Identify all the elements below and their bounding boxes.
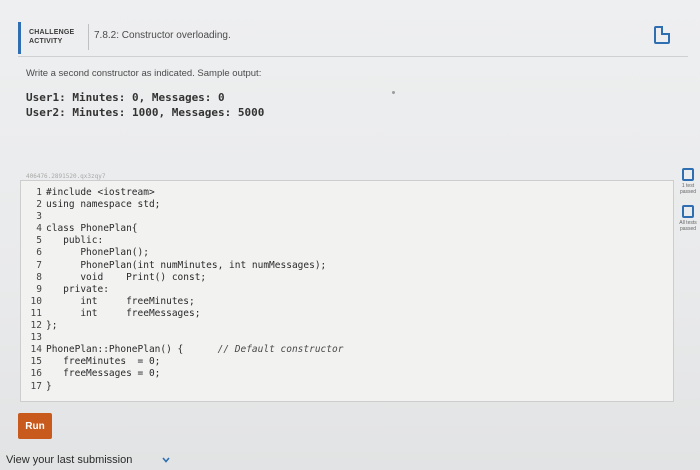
- code-text: private:: [46, 283, 109, 295]
- header-divider: [88, 24, 89, 50]
- code-line[interactable]: 16 freeMessages = 0;: [25, 368, 343, 380]
- code-text: int freeMessages;: [46, 307, 201, 319]
- activity-title: 7.8.2: Constructor overloading.: [94, 30, 231, 41]
- code-text: int freeMinutes;: [46, 295, 195, 307]
- code-line[interactable]: 11 int freeMessages;: [25, 308, 343, 320]
- line-number: 7: [36, 259, 42, 271]
- code-text: void Print() const;: [46, 271, 207, 283]
- all-tests-status-label: All tests passed: [679, 220, 697, 232]
- badge-line-2: ACTIVITY: [29, 38, 63, 45]
- line-number: 17: [30, 380, 42, 392]
- code-line[interactable]: 7 PhonePlan(int numMinutes, int numMessa…: [25, 260, 343, 272]
- sample-output-line: User1: Minutes: 0, Messages: 0: [26, 91, 225, 104]
- code-text: PhonePlan::PhonePlan() {: [46, 344, 218, 356]
- code-text: PhonePlan(int numMinutes, int numMessage…: [46, 259, 327, 271]
- line-number: 14: [30, 344, 42, 356]
- code-line[interactable]: 1 #include <iostream>: [25, 187, 343, 199]
- run-button[interactable]: Run: [18, 413, 52, 439]
- test-status-column: 1 test passed All tests passed: [676, 168, 700, 242]
- code-line[interactable]: 6 PhonePlan();: [25, 247, 343, 259]
- code-line[interactable]: 13: [25, 332, 343, 344]
- line-number: 5: [36, 235, 42, 247]
- line-number: 2: [36, 199, 42, 211]
- view-last-submission-link[interactable]: View your last submission: [6, 454, 132, 466]
- code-editor[interactable]: 1 #include <iostream> 2 using namespace std…: [20, 180, 674, 402]
- code-comment: // Default constructor: [217, 344, 344, 356]
- line-number: 6: [36, 247, 42, 259]
- code-line[interactable]: 3: [25, 211, 343, 223]
- code-text: using namespace std;: [46, 199, 161, 211]
- code-content[interactable]: 1 #include <iostream> 2 using namespace std…: [25, 187, 344, 393]
- code-line[interactable]: 10 int freeMinutes;: [25, 296, 343, 308]
- code-line[interactable]: 14 PhonePlan::PhonePlan() { // Default co…: [25, 344, 344, 356]
- chevron-down-icon[interactable]: [161, 455, 171, 465]
- line-number: 10: [30, 295, 42, 307]
- line-number: 9: [36, 283, 42, 295]
- instructions-text: Write a second constructor as indicated.…: [26, 68, 262, 79]
- code-text: }: [46, 380, 52, 392]
- activity-header: CHALLENGE ACTIVITY 7.8.2: Constructor ov…: [18, 20, 688, 57]
- code-line[interactable]: 12};: [25, 320, 343, 332]
- line-number: 8: [36, 271, 42, 283]
- code-id-label: 406476.2891520.qx3zqy7: [26, 173, 106, 180]
- code-text: PhonePlan();: [46, 247, 149, 259]
- line-number: 13: [30, 332, 42, 344]
- code-line[interactable]: 5 public:: [25, 235, 343, 247]
- line-number: 3: [36, 211, 42, 223]
- activity-panel: CHALLENGE ACTIVITY 7.8.2: Constructor ov…: [0, 0, 700, 470]
- code-text: freeMessages = 0;: [46, 368, 161, 380]
- badge-line-1: CHALLENGE: [29, 29, 75, 36]
- code-line[interactable]: 4 class PhonePlan{: [25, 223, 343, 235]
- line-number: 15: [30, 356, 42, 368]
- line-number: 12: [30, 320, 42, 332]
- code-text: freeMinutes = 0;: [46, 356, 161, 368]
- line-number: 11: [30, 307, 42, 319]
- completion-badge-icon: [654, 26, 670, 44]
- code-line[interactable]: 8 void Print() const;: [25, 272, 343, 284]
- code-line[interactable]: 17}: [25, 381, 343, 393]
- code-text: };: [46, 320, 58, 332]
- cursor-dot: [392, 91, 395, 94]
- sample-output: User1: Minutes: 0, Messages: 0 User2: Min…: [26, 90, 264, 120]
- challenge-activity-badge: CHALLENGE ACTIVITY: [18, 22, 82, 54]
- line-number: 1: [36, 187, 42, 198]
- code-text: class PhonePlan{: [46, 223, 138, 235]
- code-text: public:: [46, 235, 104, 247]
- test-checkbox-icon: [682, 168, 694, 181]
- code-line[interactable]: 15 freeMinutes = 0;: [25, 356, 343, 368]
- code-text: #include <iostream>: [46, 187, 155, 198]
- code-line[interactable]: 2 using namespace std;: [25, 199, 343, 211]
- line-number: 16: [30, 368, 42, 380]
- test-status-label: 1 test passed: [679, 183, 697, 195]
- line-number: 4: [36, 223, 42, 235]
- sample-output-line: User2: Minutes: 1000, Messages: 5000: [26, 106, 265, 119]
- code-line[interactable]: 9 private:: [25, 284, 343, 296]
- all-tests-checkbox-icon: [682, 205, 694, 218]
